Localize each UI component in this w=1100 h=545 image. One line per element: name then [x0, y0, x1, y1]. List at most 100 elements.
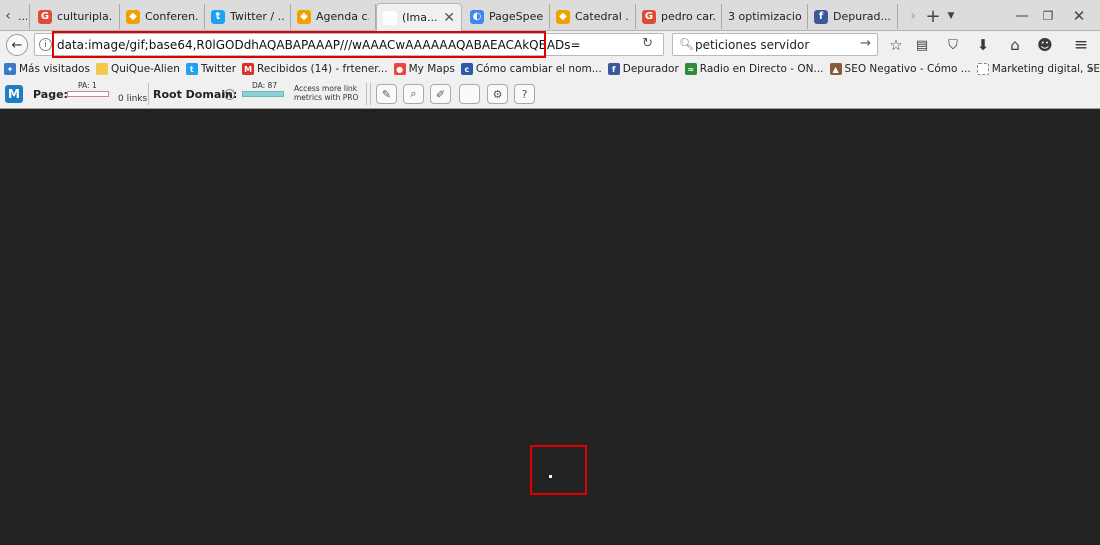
help-icon[interactable]: ?	[514, 84, 535, 104]
home-icon[interactable]: ⌂	[1004, 34, 1026, 56]
tab-label: PageSpee...	[489, 10, 543, 23]
tab-conferencia[interactable]: ◆ Conferen...	[120, 4, 205, 29]
minimize-icon[interactable]: —	[1012, 4, 1032, 28]
tab-label: Depurad...	[833, 10, 891, 23]
browser-chrome: ‹ ... G culturipla... ◆ Conferen... t Tw…	[0, 0, 1100, 109]
bookmark-label: Cómo cambiar el nom...	[475, 63, 602, 75]
pro-line-1: Access more link	[294, 84, 358, 93]
google-icon: G	[38, 9, 52, 24]
reading-list-icon[interactable]: ▤	[911, 34, 933, 56]
facebook-icon: f	[607, 63, 620, 75]
url-highlight-box	[52, 31, 546, 58]
menu-icon[interactable]: ≡	[1070, 34, 1092, 56]
tab-label: culturipla...	[57, 10, 113, 23]
restore-icon[interactable]: ❐	[1038, 4, 1058, 28]
links-count: 0 links	[118, 94, 148, 104]
bookmark-twitter[interactable]: t Twitter	[185, 63, 236, 75]
page-authority: PA: 1	[78, 81, 97, 90]
pro-line-2: metrics with PRO	[294, 93, 359, 102]
page-label: Page:	[33, 88, 68, 101]
bookmark-most-visited[interactable]: ✦ Más visitados	[4, 63, 90, 75]
toolbar-separator	[370, 83, 371, 105]
reload-icon[interactable]: ↻	[642, 36, 653, 51]
radio-icon: ≈	[684, 63, 697, 75]
tab-culturipla[interactable]: G culturipla...	[32, 4, 120, 29]
moz-logo-icon[interactable]: M	[5, 85, 23, 103]
domain-authority: DA: 87	[252, 81, 278, 90]
toolbar-separator	[148, 83, 149, 105]
bookmark-seo-negativo[interactable]: ▲ SEO Negativo - Cómo ...	[829, 63, 971, 75]
page-icon	[976, 63, 989, 75]
pro-metrics-link[interactable]: Access more link metrics with PRO	[294, 84, 358, 102]
download-icon[interactable]: ⬇	[972, 34, 994, 56]
clr-icon: c	[460, 63, 473, 75]
bookmark-label: My Maps	[408, 63, 455, 75]
bookmark-label: Radio en Directo - ON...	[699, 63, 824, 75]
twitter-icon: t	[211, 9, 225, 24]
domain-authority-bar	[242, 91, 284, 97]
site-icon: ◆	[126, 9, 140, 24]
pagespeed-icon: ◐	[470, 9, 484, 24]
tab-list-dropdown-icon[interactable]: ▼	[944, 4, 958, 28]
gmail-icon: M	[242, 63, 255, 75]
toolbar-separator	[366, 83, 367, 105]
tab-catedral[interactable]: ◆ Catedral ...	[550, 4, 636, 29]
close-window-icon[interactable]: ✕	[1068, 4, 1090, 28]
bookmark-quique-alien[interactable]: QuiQue-Alien	[95, 63, 180, 75]
tab-twitter[interactable]: t Twitter / ...	[205, 4, 291, 29]
blank-tool-icon[interactable]	[459, 84, 480, 104]
bookmark-label: Depurador	[622, 63, 679, 75]
tab-agenda[interactable]: ◆ Agenda c...	[291, 4, 376, 29]
scroll-tabs-right-icon[interactable]: ›	[905, 4, 921, 28]
bookmark-label: Recibidos (14) - frtener...	[257, 63, 388, 75]
bookmark-marketing[interactable]: Marketing digital, SEO ...	[976, 63, 1100, 75]
tab-label: (Ima...	[402, 11, 438, 24]
bookmarks-overflow-icon[interactable]: »	[1087, 62, 1094, 75]
bookmark-label: SEO Negativo - Cómo ...	[844, 63, 971, 75]
most-visited-icon: ✦	[4, 63, 16, 75]
bookmark-como-cambiar[interactable]: c Cómo cambiar el nom...	[460, 63, 602, 75]
root-domain-dropdown-icon[interactable]: ▾	[224, 89, 235, 100]
tab-pedro[interactable]: G pedro car...	[636, 4, 722, 29]
tab-label: Catedral ...	[575, 10, 629, 23]
bookmark-star-icon[interactable]: ☆	[885, 34, 907, 56]
search-icon: 🔍︎	[679, 37, 695, 51]
tab-label: 3 optimizacio...	[728, 10, 801, 23]
twitter-icon: t	[185, 63, 198, 75]
seo-icon: ▲	[829, 63, 842, 75]
tab-label: Twitter / ...	[230, 10, 284, 23]
tab-depurador[interactable]: f Depurad...	[808, 4, 898, 29]
search-input[interactable]	[695, 36, 845, 53]
scroll-tabs-left-icon[interactable]: ‹	[2, 4, 14, 28]
bookmark-depurador[interactable]: f Depurador	[607, 63, 679, 75]
tab-overflow[interactable]: ...	[16, 4, 30, 29]
search-bar[interactable]: 🔍︎ →	[672, 33, 878, 56]
back-icon[interactable]: ←	[6, 34, 28, 56]
site-icon: ◆	[297, 9, 311, 24]
tab-strip: ‹ ... G culturipla... ◆ Conferen... t Tw…	[0, 0, 1100, 31]
tab-image-active[interactable]: (Ima... ✕	[376, 3, 462, 31]
page-authority-bar	[67, 91, 109, 97]
bookmark-my-maps[interactable]: ● My Maps	[393, 63, 455, 75]
search-go-icon[interactable]: →	[860, 36, 871, 51]
tab-label: Agenda c...	[316, 10, 369, 23]
highlighter-icon[interactable]: ✐	[430, 84, 451, 104]
seo-toolbar: M Page: PA: 1 0 links Root Domain: ▾ DA:…	[0, 80, 1100, 108]
tab-pagespeed[interactable]: ◐ PageSpee...	[464, 4, 550, 29]
tab-label: pedro car...	[661, 10, 715, 23]
close-icon[interactable]: ✕	[437, 10, 455, 26]
wrench-icon[interactable]: ✎	[376, 84, 397, 104]
tab-label: Conferen...	[145, 10, 198, 23]
settings-gear-icon[interactable]: ⚙	[487, 84, 508, 104]
magnifier-icon[interactable]: ⌕	[403, 84, 424, 104]
google-icon: G	[642, 9, 656, 24]
bookmark-recibidos[interactable]: M Recibidos (14) - frtener...	[242, 63, 388, 75]
pocket-icon[interactable]: ⛉	[942, 34, 964, 56]
bookmark-radio[interactable]: ≈ Radio en Directo - ON...	[684, 63, 824, 75]
hello-icon[interactable]: ☻	[1034, 34, 1056, 56]
site-info-icon[interactable]: i	[39, 38, 52, 51]
new-tab-icon[interactable]: +	[924, 4, 942, 28]
bookmark-label: QuiQue-Alien	[110, 63, 180, 75]
tab-optimizaciones[interactable]: 3 optimizacio...	[722, 4, 808, 29]
facebook-icon: f	[814, 9, 828, 24]
